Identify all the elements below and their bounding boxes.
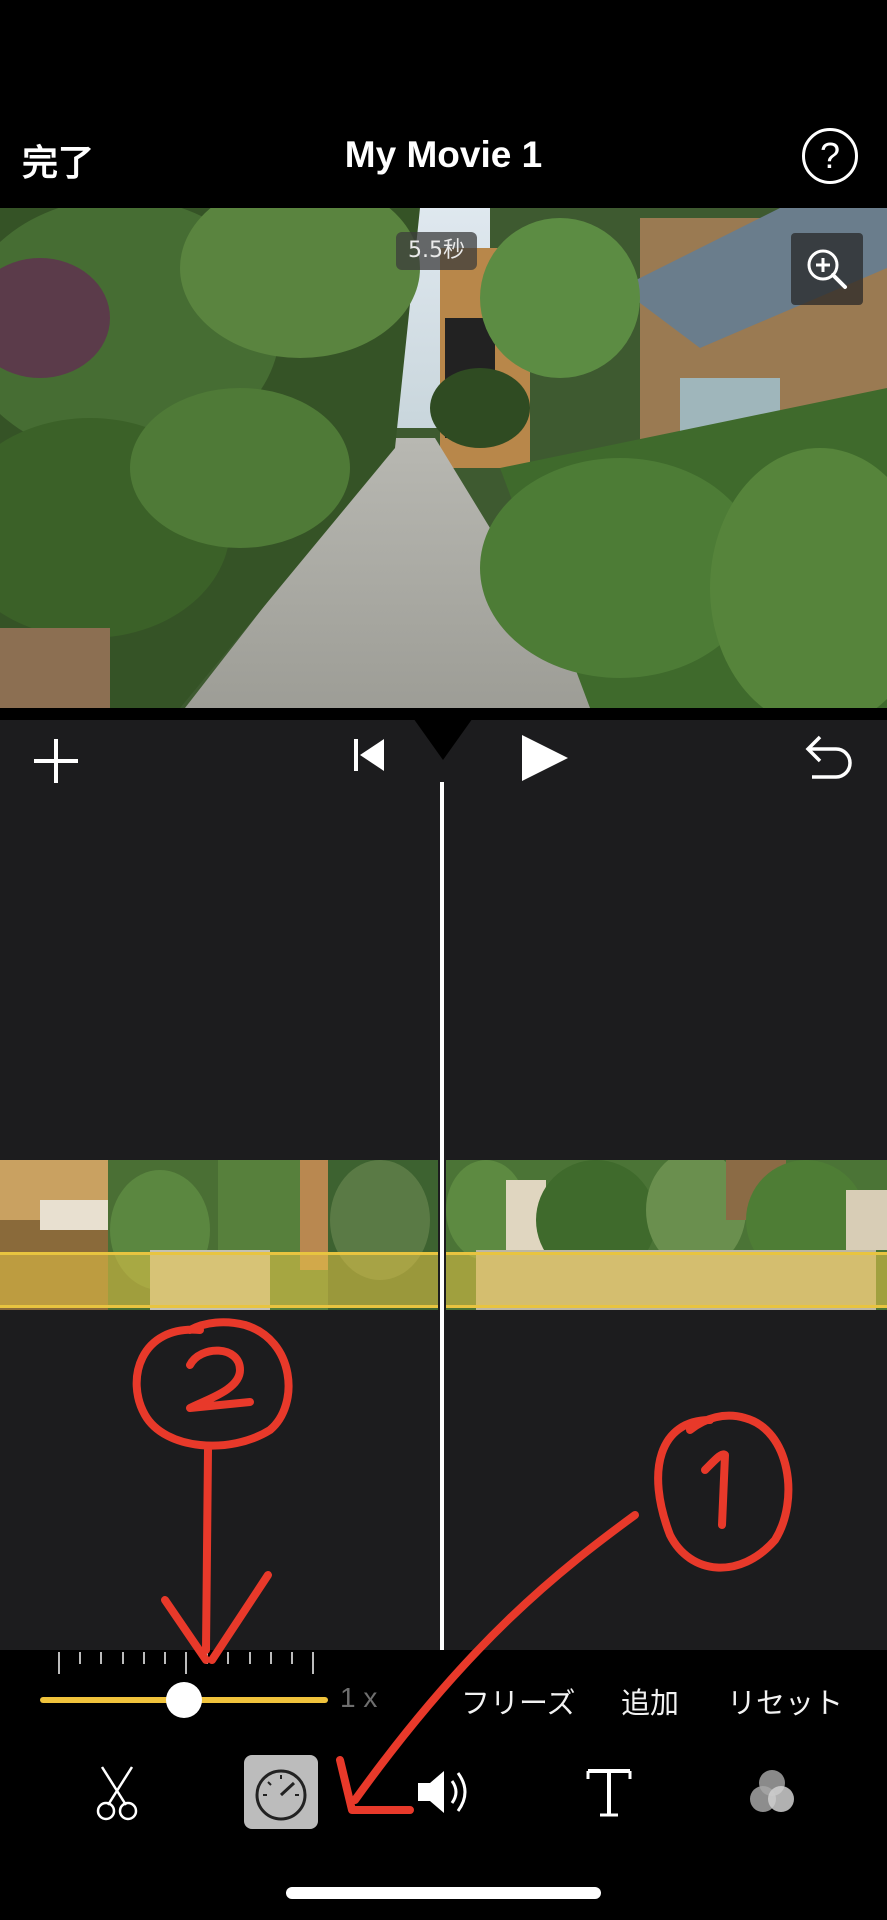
text-icon (586, 1769, 632, 1817)
project-title: My Movie 1 (344, 134, 543, 175)
speed-tool-button[interactable] (244, 1755, 318, 1829)
speed-scale-tick (121, 1652, 124, 1664)
help-button[interactable]: ? (802, 128, 858, 184)
play-button[interactable] (520, 733, 570, 783)
audio-waveform-band (446, 1252, 887, 1308)
preview-frame-image (0, 208, 887, 708)
add-freeze-button[interactable]: 追加 (621, 1680, 679, 1722)
speed-scale-tick (142, 1652, 145, 1664)
speedometer-icon (255, 1769, 307, 1821)
plus-icon (34, 739, 78, 783)
volume-icon (418, 1771, 467, 1813)
split-tool-button[interactable] (80, 1755, 154, 1829)
speed-scale-tick (312, 1652, 314, 1674)
playhead[interactable] (440, 782, 444, 1650)
speed-scale-tick (248, 1652, 251, 1664)
speed-slider-knob[interactable] (166, 1682, 202, 1718)
speed-scale-tick (290, 1652, 293, 1664)
add-media-button[interactable] (30, 735, 82, 787)
zoom-in-icon (807, 249, 847, 289)
speed-scale-tick (163, 1652, 166, 1664)
home-indicator[interactable] (286, 1887, 601, 1899)
skip-to-start-icon (354, 739, 384, 771)
audio-waveform-band (0, 1252, 438, 1308)
video-preview[interactable] (0, 208, 887, 708)
top-bar (0, 0, 887, 208)
speed-scale-tick (227, 1652, 230, 1664)
play-icon (522, 735, 568, 781)
speed-scale-tick (269, 1652, 272, 1664)
scissors-icon (96, 1766, 138, 1821)
speed-scale-tick (79, 1652, 82, 1664)
speed-scale-tick (58, 1652, 60, 1674)
filters-tool-button[interactable] (735, 1755, 809, 1829)
zoom-button[interactable] (791, 233, 863, 305)
volume-tool-button[interactable] (408, 1755, 482, 1829)
speed-scale-tick (185, 1652, 187, 1674)
clip-duration-badge: 5.5秒 (396, 232, 477, 270)
speed-scale-tick (206, 1652, 209, 1664)
filters-icon (750, 1770, 794, 1812)
playhead-notch (406, 708, 480, 760)
speed-value-label: 1 x (340, 1682, 378, 1713)
timeline-clip[interactable] (446, 1160, 887, 1310)
undo-button[interactable] (800, 733, 856, 783)
reset-button[interactable]: リセット (727, 1680, 843, 1722)
undo-icon (805, 735, 852, 779)
freeze-button[interactable]: フリーズ (461, 1680, 576, 1722)
timeline-clip[interactable] (0, 1160, 438, 1310)
titles-tool-button[interactable] (572, 1755, 646, 1829)
skip-to-start-button[interactable] (350, 735, 390, 775)
speed-scale-tick (100, 1652, 103, 1664)
